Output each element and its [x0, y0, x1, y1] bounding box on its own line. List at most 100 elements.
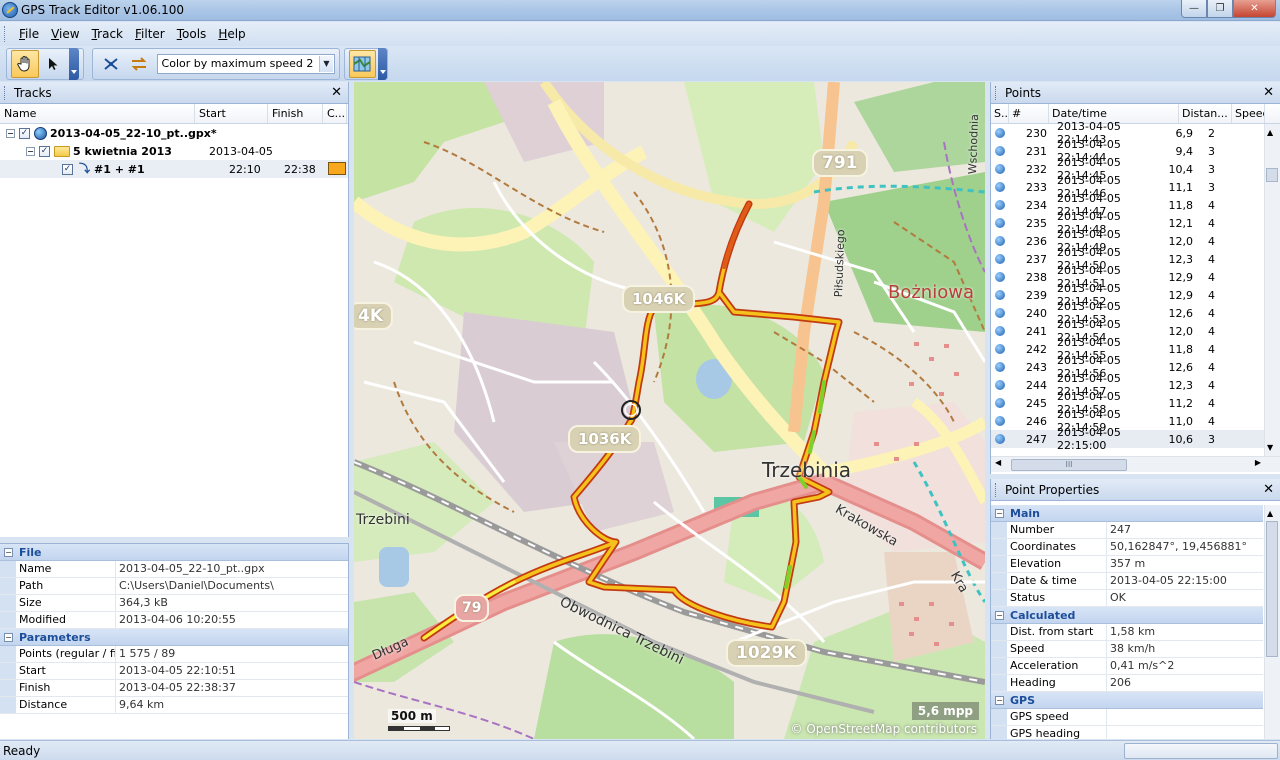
collapse-icon[interactable]: −: [26, 146, 35, 156]
prop-distance[interactable]: Distance 9,64 km: [0, 697, 348, 714]
col-status[interactable]: S...: [991, 104, 1009, 123]
street-wschodnia-label: Wschodnia: [966, 113, 982, 175]
col-finish[interactable]: Finish: [268, 104, 323, 123]
menu-file[interactable]: File: [13, 25, 45, 43]
point-status-icon: [995, 290, 1005, 300]
prop-name[interactable]: Name 2013-04-05_22-10_pt..gpx: [0, 561, 348, 578]
prop-number[interactable]: Number 247: [991, 522, 1263, 539]
points-title: Points: [1005, 86, 1042, 100]
prop-points[interactable]: Points (regular / fil 1 575 / 89: [0, 646, 348, 663]
day-start: 2013-04-05: [209, 144, 273, 158]
prop-status[interactable]: Status OK: [991, 590, 1263, 607]
col-name[interactable]: Name: [0, 104, 195, 123]
prop-speed[interactable]: Speed 38 km/h: [991, 641, 1263, 658]
tracks-title: Tracks: [14, 86, 52, 100]
pan-tool-button[interactable]: [11, 50, 39, 78]
category-gps[interactable]: − GPS: [991, 692, 1263, 709]
points-vscroll-thumb[interactable]: [1266, 168, 1278, 182]
close-button[interactable]: ✕: [1233, 0, 1276, 18]
prop-elevation[interactable]: Elevation 357 m: [991, 556, 1263, 573]
track-file-row[interactable]: − ✓ 2013-04-05_22-10_pt..gpx*: [0, 124, 348, 142]
point-status-icon: [995, 272, 1005, 282]
scroll-up-icon[interactable]: ▲: [1267, 128, 1273, 137]
maximize-button[interactable]: ❐: [1207, 0, 1233, 18]
category-parameters[interactable]: − Parameters: [0, 629, 348, 646]
col-number[interactable]: #: [1009, 104, 1049, 123]
window-title: GPS Track Editor v1.06.100: [21, 3, 185, 17]
menu-view[interactable]: View: [45, 25, 85, 43]
map-canvas[interactable]: [354, 82, 985, 739]
map-dropdown[interactable]: [377, 48, 387, 80]
point-properties-title: Point Properties: [1005, 483, 1100, 497]
category-file[interactable]: − File: [0, 544, 348, 561]
track-color-swatch[interactable]: [328, 162, 346, 175]
prop-size[interactable]: Size 364,3 kB: [0, 595, 348, 612]
title-bar: GPS Track Editor v1.06.100 — ❐ ✕: [0, 0, 1280, 21]
points-list: 230 2013-04-05 22:14:43 6,9 2 231 2013-04-05…: [991, 120, 1280, 452]
point-status-icon: [995, 434, 1005, 444]
scroll-down-icon[interactable]: ▼: [1267, 443, 1273, 452]
scroll-right-icon[interactable]: ▶: [1255, 458, 1261, 467]
prop-coordinates[interactable]: Coordinates 50,162847°, 19,456881°: [991, 539, 1263, 556]
prop-gps-speed[interactable]: GPS speed: [991, 709, 1263, 726]
prop-path[interactable]: Path C:\Users\Daniel\Documents\: [0, 578, 348, 595]
tool-group-track: Color by maximum speed 2 ▼: [92, 48, 340, 80]
prop-acceleration[interactable]: Acceleration 0,41 m/s^2: [991, 658, 1263, 675]
prop-datetime[interactable]: Date & time 2013-04-05 22:15:00: [991, 573, 1263, 590]
prop-finish[interactable]: Finish 2013-04-05 22:38:37: [0, 680, 348, 697]
point-properties-scrollbar[interactable]: ▲: [1264, 505, 1280, 739]
category-main[interactable]: − Main: [991, 505, 1263, 522]
menu-filter[interactable]: Filter: [129, 25, 171, 43]
point-status-icon: [995, 182, 1005, 192]
road-1029k-label: 1029K: [726, 639, 807, 667]
prop-heading[interactable]: Heading 206: [991, 675, 1263, 692]
menu-tools[interactable]: Tools: [171, 25, 213, 43]
collapse-icon[interactable]: −: [6, 128, 15, 138]
tracks-panel: Tracks ✕ Name Start Finish C... − ✓ 2013…: [0, 82, 349, 537]
track-row[interactable]: ✓ ⤵ #1 + #1 22:10 22:38: [0, 160, 348, 178]
town-trzebinia-label: Trzebinia: [762, 458, 852, 482]
minimize-button[interactable]: —: [1181, 0, 1207, 18]
points-horizontal-scrollbar[interactable]: ◀ III ▶: [991, 456, 1280, 472]
toolbar: Color by maximum speed 2 ▼: [0, 46, 1280, 81]
prop-start[interactable]: Start 2013-04-05 22:10:51: [0, 663, 348, 680]
select-tool-button[interactable]: [39, 50, 67, 78]
prop-modified[interactable]: Modified 2013-04-06 10:20:55: [0, 612, 348, 629]
points-close-icon[interactable]: ✕: [1263, 82, 1274, 104]
reverse-track-button[interactable]: [125, 50, 153, 78]
points-hscroll-thumb[interactable]: III: [1011, 459, 1127, 471]
col-start[interactable]: Start: [195, 104, 268, 123]
checkbox-file[interactable]: ✓: [19, 127, 30, 139]
map-view-button[interactable]: [349, 50, 376, 78]
point-status-icon: [995, 308, 1005, 318]
category-calculated[interactable]: − Calculated: [991, 607, 1263, 624]
col-speed[interactable]: Speed: [1232, 104, 1265, 123]
scroll-up-icon[interactable]: ▲: [1267, 509, 1273, 518]
points-vertical-scrollbar[interactable]: ▲ ▼: [1264, 124, 1280, 456]
split-track-button[interactable]: [97, 50, 125, 78]
tool-group-dropdown[interactable]: [69, 48, 79, 80]
chevron-down-icon: ▼: [318, 56, 333, 72]
tracks-close-icon[interactable]: ✕: [331, 82, 342, 104]
menu-track[interactable]: Track: [86, 25, 129, 43]
road-791-label: 791: [812, 149, 868, 177]
point-properties-close-icon[interactable]: ✕: [1263, 479, 1274, 501]
point-properties-header: Point Properties ✕: [991, 479, 1280, 501]
town-trzebini-label: Trzebini: [356, 512, 410, 528]
color-mode-select[interactable]: Color by maximum speed 2 ▼: [156, 54, 335, 74]
point-properties-scroll-thumb[interactable]: [1266, 521, 1278, 657]
col-color[interactable]: C...: [323, 104, 347, 123]
prop-dist-from-start[interactable]: Dist. from start 1,58 km: [991, 624, 1263, 641]
menu-grip: [4, 26, 7, 42]
point-row-selected[interactable]: 247 2013-04-05 22:15:00 10,6 3: [991, 426, 1280, 452]
scroll-left-icon[interactable]: ◀: [995, 458, 1001, 467]
menu-help[interactable]: Help: [212, 25, 251, 43]
checkbox-day[interactable]: ✓: [39, 145, 50, 157]
checkbox-track[interactable]: ✓: [62, 163, 73, 175]
street-pilsudskiego-label: Piłsudskiego: [832, 229, 848, 298]
col-distance[interactable]: Distan...: [1179, 104, 1232, 123]
map-attribution[interactable]: © OpenStreetMap contributors: [791, 722, 977, 736]
map-view[interactable]: 791 1046K 1036K 1029K 4K 79 Trzebinia Tr…: [354, 82, 985, 739]
track-day-row[interactable]: − ✓ 5 kwietnia 2013 2013-04-05: [0, 142, 348, 160]
point-status-icon: [995, 236, 1005, 246]
